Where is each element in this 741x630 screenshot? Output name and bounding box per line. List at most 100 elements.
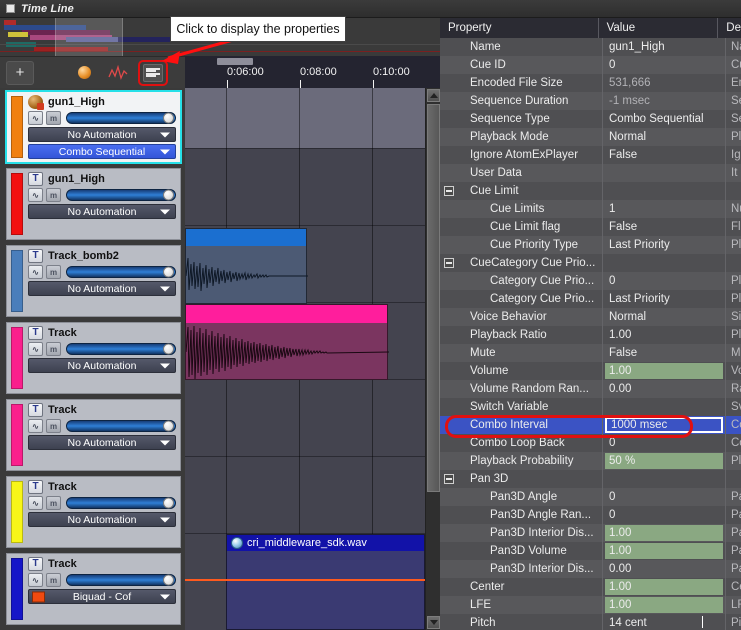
column-header-description[interactable]: De bbox=[717, 18, 741, 38]
property-name-cell[interactable]: Sequence Type bbox=[440, 110, 602, 128]
property-value-box[interactable]: 1.00 bbox=[605, 597, 723, 613]
automation-select[interactable]: No Automation bbox=[28, 127, 176, 142]
property-value-cell[interactable]: 1 bbox=[602, 200, 725, 218]
property-name-cell[interactable]: Combo Loop Back bbox=[440, 434, 602, 452]
property-value-cell[interactable]: 0 bbox=[602, 272, 725, 290]
slider-knob[interactable] bbox=[163, 497, 174, 509]
property-row[interactable]: Sequence Duration -1 msec Se bbox=[440, 92, 741, 110]
property-name-cell[interactable]: Sequence Duration bbox=[440, 92, 602, 110]
track-header[interactable]: T Track ∿ m No Automation bbox=[6, 399, 181, 471]
property-value-cell[interactable]: 1.00 bbox=[602, 542, 725, 560]
sequence-type-select[interactable]: Combo Sequential bbox=[28, 144, 176, 159]
property-value-cell[interactable]: Combo Sequential bbox=[602, 110, 725, 128]
property-name-cell[interactable]: Pan3D Volume bbox=[440, 542, 602, 560]
property-value-cell[interactable]: gun1_High bbox=[602, 38, 725, 56]
volume-slider[interactable] bbox=[66, 112, 176, 124]
property-value-cell[interactable]: False bbox=[602, 146, 725, 164]
slider-knob[interactable] bbox=[163, 266, 174, 278]
property-name-cell[interactable]: Playback Ratio bbox=[440, 326, 602, 344]
property-value-cell[interactable]: 0 bbox=[602, 506, 725, 524]
property-row[interactable]: Pan3D Interior Dis... 0.00 Pa bbox=[440, 560, 741, 578]
volume-slider[interactable] bbox=[66, 497, 176, 509]
automation-toggle-icon[interactable]: ∿ bbox=[28, 573, 43, 587]
property-row[interactable]: Combo Interval 1000 msec Co bbox=[440, 416, 741, 434]
automation-select[interactable]: No Automation bbox=[28, 204, 176, 219]
property-name-cell[interactable]: Cue Limit flag bbox=[440, 218, 602, 236]
automation-toggle-icon[interactable]: ∿ bbox=[28, 342, 43, 356]
property-name-cell[interactable]: Encoded File Size bbox=[440, 74, 602, 92]
property-name-cell[interactable]: Name bbox=[440, 38, 602, 56]
property-value-editor[interactable]: 1000 msec bbox=[605, 417, 723, 433]
automation-toggle-icon[interactable]: ∿ bbox=[28, 111, 43, 125]
volume-slider[interactable] bbox=[66, 574, 176, 586]
property-row[interactable]: Category Cue Prio... Last Priority Pl bbox=[440, 290, 741, 308]
collapse-expander-icon[interactable] bbox=[444, 474, 454, 484]
property-row[interactable]: Mute False M bbox=[440, 344, 741, 362]
mute-toggle-icon[interactable]: m bbox=[46, 419, 61, 433]
automation-select[interactable]: No Automation bbox=[28, 512, 176, 527]
property-name-cell[interactable]: Pan3D Angle Ran... bbox=[440, 506, 602, 524]
property-row[interactable]: Encoded File Size 531,666 En bbox=[440, 74, 741, 92]
timeline-lane[interactable] bbox=[185, 149, 425, 225]
automation-select[interactable]: No Automation bbox=[28, 358, 176, 373]
property-row[interactable]: LFE 1.00 LF bbox=[440, 596, 741, 614]
property-value-cell[interactable]: 1.00 bbox=[602, 362, 725, 380]
automation-toggle-icon[interactable]: ∿ bbox=[28, 419, 43, 433]
clip[interactable] bbox=[185, 304, 390, 380]
property-name-cell[interactable]: Volume Random Ran... bbox=[440, 380, 602, 398]
mute-toggle-icon[interactable]: m bbox=[46, 111, 61, 125]
property-value-cell[interactable]: 0 bbox=[602, 488, 725, 506]
track-header[interactable]: T Track ∿ m No Automation bbox=[6, 322, 181, 394]
property-row[interactable]: Category Cue Prio... 0 Pl bbox=[440, 272, 741, 290]
property-value-cell[interactable]: 1000 msec bbox=[602, 416, 725, 434]
property-row[interactable]: Pan3D Volume 1.00 Pa bbox=[440, 542, 741, 560]
property-name-cell[interactable]: Pan 3D bbox=[440, 470, 602, 488]
property-name-cell[interactable]: Pan3D Interior Dis... bbox=[440, 524, 602, 542]
overview-viewport[interactable] bbox=[55, 18, 123, 56]
property-value-cell[interactable]: Last Priority bbox=[602, 236, 725, 254]
property-name-cell[interactable]: Category Cue Prio... bbox=[440, 272, 602, 290]
property-value-cell[interactable] bbox=[602, 182, 725, 200]
track-header[interactable]: T Track ∿ m Biquad - Cof bbox=[6, 553, 181, 625]
automation-toggle-icon[interactable]: ∿ bbox=[28, 265, 43, 279]
track-header[interactable]: gun1_High ∿ m No Automation Combo Sequen… bbox=[5, 90, 182, 164]
property-name-cell[interactable]: User Data bbox=[440, 164, 602, 182]
automation-select[interactable]: Biquad - Cof bbox=[28, 589, 176, 604]
property-name-cell[interactable]: Center bbox=[440, 578, 602, 596]
property-row[interactable]: Volume Random Ran... 0.00 Ra bbox=[440, 380, 741, 398]
timeline-lane[interactable] bbox=[185, 457, 425, 533]
volume-slider[interactable] bbox=[66, 189, 176, 201]
volume-slider[interactable] bbox=[66, 343, 176, 355]
slider-knob[interactable] bbox=[163, 574, 174, 586]
property-row[interactable]: Sequence Type Combo Sequential Se bbox=[440, 110, 741, 128]
property-row[interactable]: Pan3D Interior Dis... 1.00 Pa bbox=[440, 524, 741, 542]
property-row[interactable]: Playback Mode Normal Pl bbox=[440, 128, 741, 146]
property-name-cell[interactable]: Volume bbox=[440, 362, 602, 380]
track-header[interactable]: T Track ∿ m No Automation bbox=[6, 476, 181, 548]
property-row[interactable]: User Data It i bbox=[440, 164, 741, 182]
property-value-cell[interactable] bbox=[602, 470, 725, 488]
property-name-cell[interactable]: LFE bbox=[440, 596, 602, 614]
property-value-cell[interactable]: 1.00 bbox=[602, 524, 725, 542]
automation-select[interactable]: No Automation bbox=[28, 435, 176, 450]
timeline-vertical-scrollbar[interactable] bbox=[425, 88, 440, 630]
property-name-cell[interactable]: Voice Behavior bbox=[440, 308, 602, 326]
property-name-cell[interactable]: Ignore AtomExPlayer bbox=[440, 146, 602, 164]
property-name-cell[interactable]: Pitch bbox=[440, 614, 602, 630]
property-row[interactable]: Pan3D Angle 0 Pa bbox=[440, 488, 741, 506]
property-row[interactable]: CueCategory Cue Prio... bbox=[440, 254, 741, 272]
property-value-cell[interactable]: 1.00 bbox=[602, 326, 725, 344]
property-value-cell[interactable] bbox=[602, 164, 725, 182]
volume-slider[interactable] bbox=[66, 420, 176, 432]
mute-toggle-icon[interactable]: m bbox=[46, 265, 61, 279]
property-value-cell[interactable]: Normal bbox=[602, 308, 725, 326]
property-row[interactable]: Cue Limit bbox=[440, 182, 741, 200]
property-row[interactable]: Switch Variable Sv bbox=[440, 398, 741, 416]
slider-knob[interactable] bbox=[163, 189, 174, 201]
property-value-cell[interactable]: -1 msec bbox=[602, 92, 725, 110]
property-name-cell[interactable]: Switch Variable bbox=[440, 398, 602, 416]
automation-toggle-icon[interactable]: ∿ bbox=[28, 188, 43, 202]
scrollbar-thumb[interactable] bbox=[427, 104, 440, 492]
mute-toggle-icon[interactable]: m bbox=[46, 342, 61, 356]
timeline-lane[interactable] bbox=[185, 88, 425, 148]
